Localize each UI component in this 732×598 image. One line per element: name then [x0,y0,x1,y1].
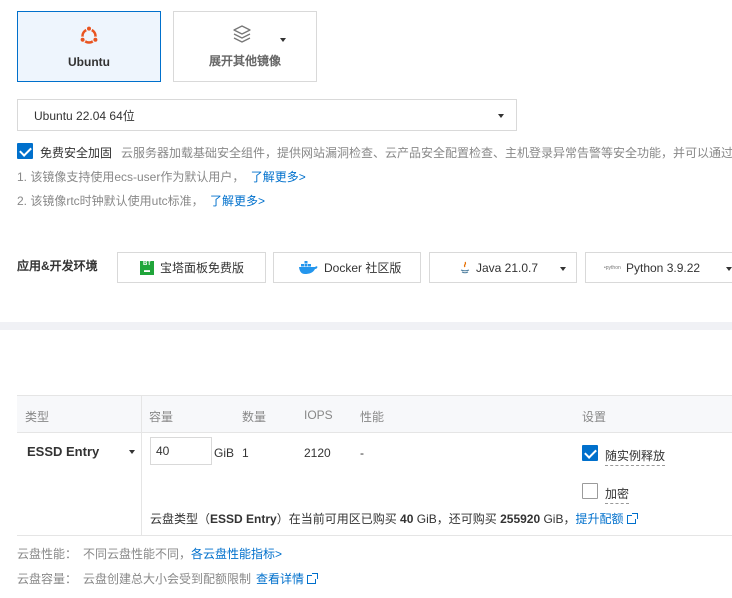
java-icon [460,261,470,273]
bt-panel-icon: BT ▬ [140,260,154,275]
col-header-count: 数量 [242,410,267,424]
disk-quota-text: 云盘类型（ESSD Entry）在当前可用区已购买 40 GiB，还可购买 25… [150,510,638,527]
disk-type-value: ESSD Entry [27,444,100,459]
cap-text: 云盘创建总大小会受到配额限制 [83,572,252,586]
image-card-ubuntu[interactable]: Ubuntu [17,11,161,82]
quota-type: ESSD Entry [210,512,277,526]
disk-capacity-note: 云盘容量： 云盘创建总大小会受到配额限制 查看详情 [17,570,319,587]
chevron-down-icon [726,267,732,271]
col-header-settings: 设置 [582,410,607,424]
chevron-down-icon [560,267,566,271]
chevron-down-icon [129,450,135,454]
chevron-down-icon [280,38,286,42]
disk-type-select[interactable]: ESSD Entry [18,434,140,468]
env-python-select[interactable]: •python Python 3.9.22 [585,252,732,283]
image-note-2: 2. 该镜像rtc时钟默认使用utc标准， 了解更多> [17,192,265,209]
disk-capacity-input[interactable]: 40 [150,437,212,465]
perf-text: 不同云盘性能不同， [83,547,192,561]
image-note-text: 1. 该镜像支持使用ecs-user作为默认用户， [17,170,245,184]
quota-text: 云盘类型（ [150,512,211,526]
learn-more-link[interactable]: 了解更多> [251,170,306,184]
quota-text: GiB， [540,512,576,526]
disk-iops-value: 2120 [304,446,331,460]
col-header-iops: IOPS [304,408,333,422]
env-label: Python 3.9.22 [626,260,701,275]
image-card-label: Ubuntu [68,54,110,69]
quota-text: ）在当前可用区已购买 [276,512,401,526]
env-java-select[interactable]: Java 21.0.7 [429,252,577,283]
image-version-select[interactable]: Ubuntu 22.04 64位 [17,99,517,131]
learn-more-link[interactable]: 了解更多> [210,194,265,208]
disk-performance-note: 云盘性能： 不同云盘性能不同，各云盘性能指标> [17,545,282,562]
image-note-1: 1. 该镜像支持使用ecs-user作为默认用户， 了解更多> [17,168,306,185]
env-label: 宝塔面板免费版 [160,261,245,275]
disk-performance-link[interactable]: 各云盘性能指标> [191,547,282,561]
layers-icon [233,25,251,43]
view-details-link[interactable]: 查看详情 [256,572,304,586]
disk-performance-value: - [360,446,364,460]
image-note-text: 2. 该镜像rtc时钟默认使用utc标准， [17,194,204,208]
security-hardening-checkbox[interactable] [17,143,33,159]
capacity-unit: GiB [214,446,235,460]
image-version-value: Ubuntu 22.04 64位 [34,108,135,123]
external-link-icon [626,513,638,524]
release-with-instance-checkbox[interactable] [582,445,598,461]
column-divider [141,433,142,536]
image-card-label: 展开其他镜像 [208,54,281,68]
env-docker-button[interactable]: Docker 社区版 [273,252,421,283]
docker-icon [299,260,318,274]
section-divider [0,322,732,330]
env-label: Java 21.0.7 [476,260,539,275]
quota-text: GiB，还可购买 [413,512,501,526]
col-header-type: 类型 [25,410,50,424]
env-section-label: 应用&开发环境 [17,259,98,273]
disk-capacity-value: 40 [156,444,170,458]
ubuntu-logo-icon [79,24,99,44]
release-with-instance-label: 随实例释放 [605,447,666,466]
disk-table-header: 类型 容量 数量 IOPS 性能 设置 [17,395,732,434]
env-bt-panel-button[interactable]: BT ▬ 宝塔面板免费版 [117,252,266,283]
col-header-capacity: 容量 [149,410,174,424]
security-hardening-label: 免费安全加固 [40,146,113,160]
raise-quota-link[interactable]: 提升配额 [575,512,623,526]
disk-count-value: 1 [242,446,249,460]
quota-remaining: 255920 [500,512,541,526]
security-hardening-desc: 云服务器加载基础安全组件，提供网站漏洞检查、云产品安全配置检查、主机登录异常告警… [121,146,732,160]
external-link-icon [307,573,319,584]
cap-label: 云盘容量： [17,572,78,586]
encrypt-label: 加密 [605,485,630,504]
chevron-down-icon [498,114,504,118]
col-header-performance: 性能 [360,410,385,424]
image-card-more[interactable]: 展开其他镜像 [173,11,317,82]
python-icon: •python [604,264,621,271]
quota-bought: 40 [400,512,414,526]
env-label: Docker 社区版 [324,261,402,275]
column-divider [141,396,142,434]
encrypt-checkbox[interactable] [582,483,598,499]
perf-label: 云盘性能： [17,547,78,561]
